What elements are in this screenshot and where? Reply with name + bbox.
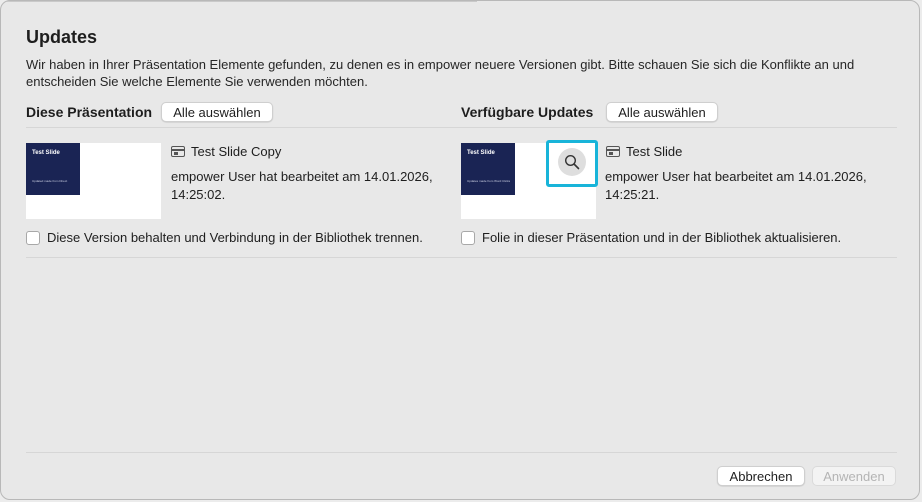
footer-divider: [26, 452, 897, 453]
updates-dialog: Updates Wir haben in Ihrer Präsentation …: [0, 0, 920, 500]
left-checkbox-label: Diese Version behalten und Verbindung in…: [47, 230, 423, 245]
item-divider: [26, 257, 897, 258]
right-select-all-button[interactable]: Alle auswählen: [606, 102, 718, 122]
this-presentation-heading: Diese Präsentation: [26, 104, 153, 120]
available-updates-heading: Verfügbare Updates: [461, 104, 594, 120]
right-update-option[interactable]: Folie in dieser Präsentation und in der …: [461, 230, 841, 245]
slide-icon: [171, 146, 185, 157]
right-slide-name: Test Slide: [626, 144, 683, 159]
thumb-subtitle: Updated made from Direct: [32, 179, 68, 183]
slide-icon: [606, 146, 620, 157]
right-checkbox[interactable]: [461, 230, 475, 245]
thumb-title: Test Slide: [32, 150, 60, 156]
preview-button[interactable]: [558, 148, 586, 176]
left-select-all-button[interactable]: Alle auswählen: [161, 102, 273, 122]
right-slide-meta: empower User hat bearbeitet am 14.01.202…: [605, 169, 867, 202]
left-slide-meta: empower User hat bearbeitet am 14.01.202…: [171, 169, 433, 202]
left-slide-thumbnail[interactable]: Test Slide Updated made from Direct: [26, 143, 161, 219]
preview-button-highlight: [546, 140, 598, 187]
left-checkbox[interactable]: [26, 230, 40, 245]
apply-button[interactable]: Anwenden: [812, 466, 896, 486]
magnifier-icon: [564, 154, 580, 170]
dialog-intro-text: Wir haben in Ihrer Präsentation Elemente…: [26, 57, 855, 89]
dialog-title: Updates: [26, 27, 98, 47]
left-slide-name: Test Slide Copy: [191, 144, 282, 159]
thumb-subtitle: Updates made from Word Clicks: [467, 179, 511, 183]
cancel-button[interactable]: Abbrechen: [717, 466, 805, 486]
header-divider: [26, 127, 897, 128]
thumb-title: Test Slide: [467, 150, 495, 156]
left-keep-version-option[interactable]: Diese Version behalten und Verbindung in…: [26, 230, 423, 245]
right-checkbox-label: Folie in dieser Präsentation und in der …: [482, 230, 842, 245]
title-bar-line: [1, 1, 477, 2]
